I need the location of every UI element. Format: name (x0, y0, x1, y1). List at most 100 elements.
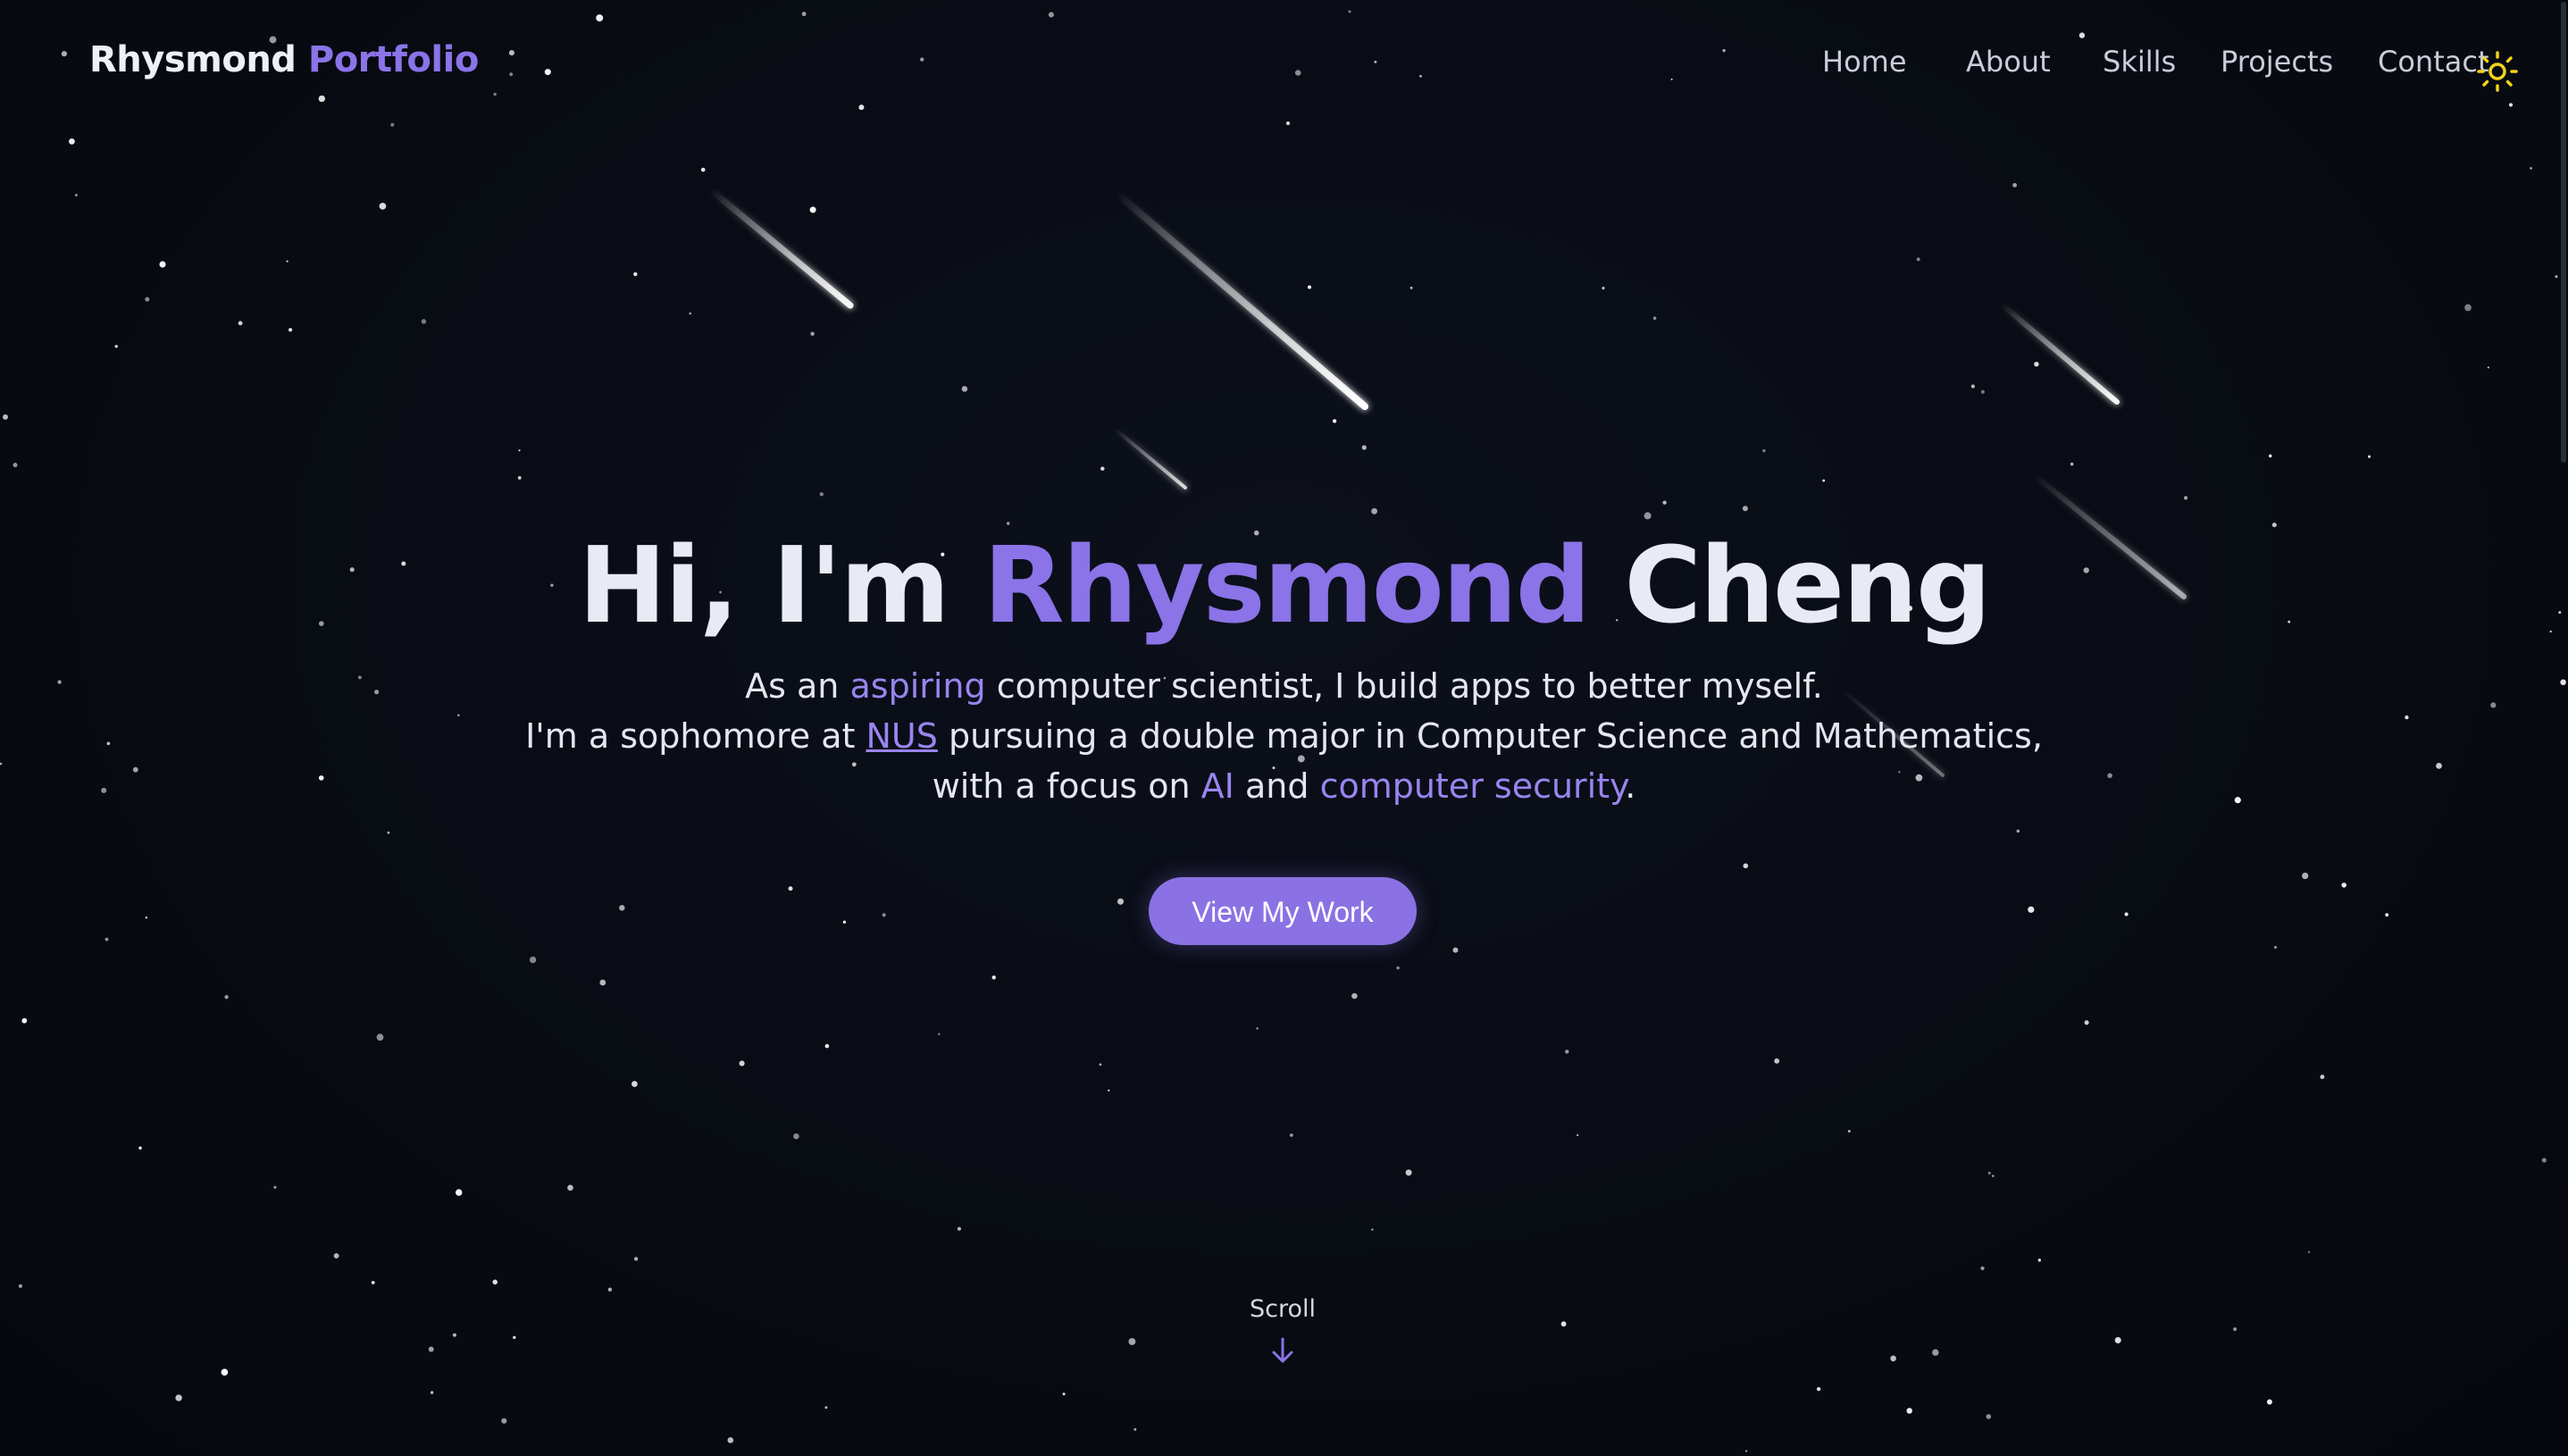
star (138, 1146, 142, 1150)
shooting-star (707, 186, 854, 309)
shooting-star (1998, 301, 2120, 405)
star (2302, 872, 2309, 880)
hero-line-2-end: pursuing a double major in Computer Scie… (948, 716, 2043, 756)
hero-title-first-name: Rhysmond (983, 523, 1592, 647)
star (2184, 496, 2188, 500)
sun-icon[interactable] (2476, 50, 2519, 93)
star (619, 905, 625, 911)
star (2016, 829, 2020, 833)
star (1396, 966, 1400, 970)
view-my-work-button[interactable]: View My Work (1149, 877, 1417, 945)
star (1652, 316, 1657, 320)
star (700, 167, 706, 172)
highlight-aspiring: aspiring (849, 666, 986, 706)
star (2555, 275, 2558, 279)
star (288, 328, 293, 332)
hero-line-3-period: . (1625, 766, 1636, 806)
star (428, 1346, 434, 1352)
star (1742, 506, 1748, 512)
star (938, 1033, 941, 1035)
star (333, 1252, 339, 1259)
star (788, 886, 793, 891)
nav-skills[interactable]: Skills (2103, 45, 2176, 79)
star (1289, 1134, 1293, 1137)
star (1602, 287, 1605, 290)
star (633, 272, 638, 277)
star (1970, 384, 1975, 389)
star (596, 14, 604, 22)
nav-projects[interactable]: Projects (2221, 45, 2333, 79)
star (1405, 1169, 1412, 1176)
star (1774, 1058, 1780, 1064)
nav-about[interactable]: About (1966, 45, 2051, 79)
star (1987, 1171, 1991, 1175)
nav-home[interactable]: Home (1822, 45, 1907, 79)
star (2541, 1158, 2547, 1163)
star (842, 920, 847, 924)
nav-contact[interactable]: Contact (2378, 45, 2489, 79)
nus-link[interactable]: NUS (866, 716, 937, 756)
star (452, 1333, 456, 1337)
star (529, 956, 537, 964)
star (224, 995, 229, 1000)
star (1256, 1027, 1259, 1030)
star (2012, 182, 2018, 188)
star (2268, 454, 2272, 458)
star (74, 193, 78, 197)
star (810, 331, 815, 336)
hero-line-3-mid: and (1244, 766, 1309, 806)
star (1932, 1349, 1939, 1356)
star (858, 105, 865, 111)
logo-main-text: Rhysmond (89, 39, 297, 80)
star (2124, 912, 2129, 916)
star (1565, 1050, 1569, 1054)
hero-line-1: As an aspiring computer scientist, I bui… (0, 661, 2568, 711)
star (1890, 1355, 1896, 1362)
star (1108, 1089, 1110, 1092)
hero-description: As an aspiring computer scientist, I bui… (0, 661, 2568, 811)
star (1744, 1450, 1748, 1452)
scroll-indicator[interactable]: Scroll (1193, 1295, 1372, 1366)
star (1743, 863, 1749, 869)
star (567, 1184, 573, 1191)
star (1361, 445, 1367, 450)
star (421, 319, 427, 324)
star (376, 1033, 384, 1042)
star (727, 1436, 734, 1443)
star (2320, 1075, 2325, 1080)
star (1371, 1228, 1374, 1231)
hero-line-3: with a focus on AI and computer security… (0, 761, 2568, 811)
star (2070, 462, 2074, 466)
star (957, 1226, 961, 1231)
star (1371, 507, 1378, 515)
arrow-down-icon (1272, 1337, 1293, 1363)
hero-line-2: I'm a sophomore at NUS pursuing a double… (0, 711, 2568, 761)
star (801, 12, 807, 17)
star (145, 297, 150, 302)
star (379, 202, 387, 210)
star (501, 1418, 507, 1424)
star (1986, 1414, 1992, 1419)
star (492, 1279, 498, 1285)
page-scrollbar[interactable] (2561, 2, 2566, 463)
scroll-label: Scroll (1249, 1295, 1316, 1323)
star (18, 1284, 23, 1288)
star (3, 414, 8, 420)
star (2037, 1259, 2041, 1262)
star (920, 57, 924, 62)
star (1133, 1427, 1137, 1431)
star (1847, 1129, 1851, 1133)
site-logo[interactable]: Rhysmond Portfolio (89, 39, 479, 80)
star (1100, 466, 1105, 471)
star (509, 72, 514, 77)
star (2114, 1336, 2121, 1343)
main-nav: Home About Skills Projects Contact (1822, 45, 2489, 84)
star (1128, 1337, 1136, 1345)
star (273, 1185, 277, 1189)
star (513, 1335, 516, 1339)
star (13, 463, 18, 468)
star (2341, 883, 2346, 888)
star (819, 492, 824, 497)
star (1722, 48, 1726, 53)
star (1980, 389, 1985, 394)
